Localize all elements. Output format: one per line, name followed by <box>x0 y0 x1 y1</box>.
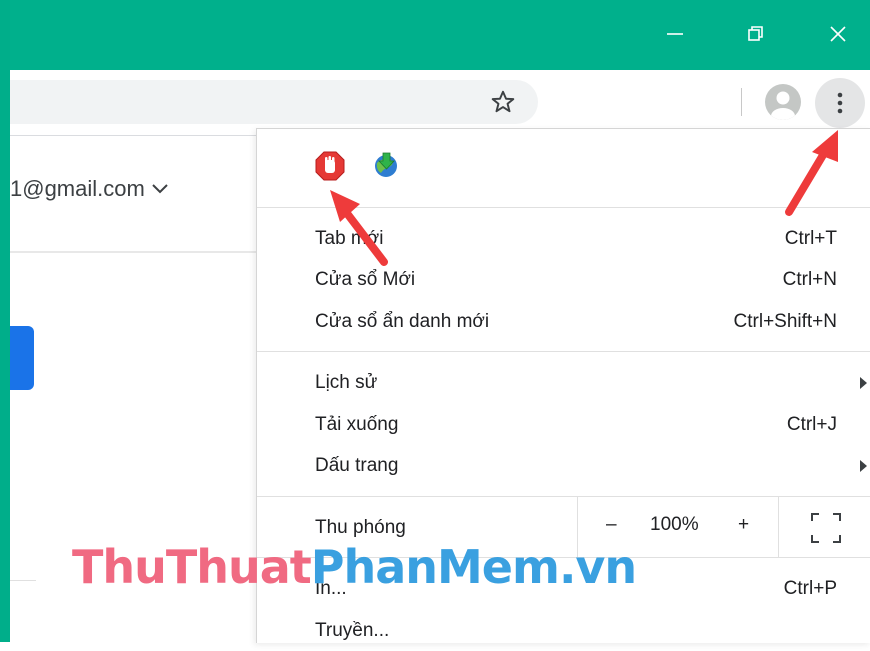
menu-item-label: Dấu trang <box>315 455 399 476</box>
close-button[interactable] <box>818 14 858 54</box>
watermark-part-1: ThuThuat <box>72 540 312 594</box>
address-bar[interactable] <box>10 80 538 124</box>
watermark-part-2: PhanMem.vn <box>310 540 637 594</box>
menu-item-label: Tải xuống <box>315 414 399 435</box>
browser-toolbar <box>10 70 870 136</box>
close-icon <box>830 26 846 42</box>
idm-icon[interactable] <box>371 151 401 181</box>
menu-item-bookmarks[interactable]: Dấu trang <box>257 446 870 486</box>
minimize-button[interactable] <box>655 14 695 54</box>
menu-item-new-tab[interactable]: Tab mới Ctrl+T <box>257 219 870 259</box>
divider <box>10 580 36 581</box>
divider <box>10 251 256 253</box>
menu-divider <box>257 351 870 352</box>
zoom-out-button[interactable]: – <box>606 514 617 536</box>
account-selector[interactable]: 1@gmail.com <box>10 176 169 202</box>
chrome-menu-button[interactable] <box>815 78 865 128</box>
restore-button[interactable] <box>736 14 776 54</box>
adblock-icon[interactable] <box>315 151 345 181</box>
menu-item-label: Lịch sử <box>315 372 378 393</box>
submenu-arrow-icon <box>860 377 867 389</box>
menu-item-shortcut: Ctrl+Shift+N <box>733 311 837 332</box>
title-bar <box>0 0 870 70</box>
restore-icon <box>748 26 763 41</box>
menu-item-shortcut: Ctrl+P <box>783 578 837 599</box>
menu-item-shortcut: Ctrl+J <box>786 414 837 435</box>
menu-item-downloads[interactable]: Tải xuống Ctrl+J <box>257 405 870 445</box>
menu-item-shortcut: Ctrl+T <box>784 228 837 249</box>
watermark: ThuThuatPhanMem.vn <box>72 540 637 594</box>
person-icon <box>771 91 795 120</box>
menu-item-label: Truyền... <box>315 620 390 641</box>
extensions-row <box>257 129 870 208</box>
zoom-label: Thu phóng <box>315 517 406 538</box>
submenu-arrow-icon <box>860 460 867 472</box>
bookmark-star-icon[interactable] <box>490 89 516 115</box>
zoom-level: 100% <box>650 514 699 535</box>
menu-item-label: Tab mới <box>315 228 384 249</box>
minimize-icon <box>667 33 683 35</box>
menu-item-history[interactable]: Lịch sử <box>257 363 870 403</box>
toolbar-separator <box>741 88 742 116</box>
menu-item-incognito-window[interactable]: Cửa sổ ẩn danh mới Ctrl+Shift+N <box>257 302 870 342</box>
menu-item-new-window[interactable]: Cửa sổ Mới Ctrl+N <box>257 260 870 300</box>
zoom-in-button[interactable]: + <box>738 514 749 536</box>
menu-item-cast[interactable]: Truyền... <box>257 611 870 651</box>
menu-item-shortcut: Ctrl+N <box>782 269 837 290</box>
menu-item-label: Cửa sổ Mới <box>315 269 416 290</box>
primary-button[interactable] <box>10 326 34 390</box>
menu-item-label: Cửa sổ ẩn danh mới <box>315 311 490 332</box>
account-email: 1@gmail.com <box>10 176 145 201</box>
fullscreen-icon[interactable] <box>810 512 842 544</box>
more-vert-icon <box>837 92 843 114</box>
profile-avatar[interactable] <box>765 84 801 120</box>
chevron-down-icon <box>152 184 168 194</box>
